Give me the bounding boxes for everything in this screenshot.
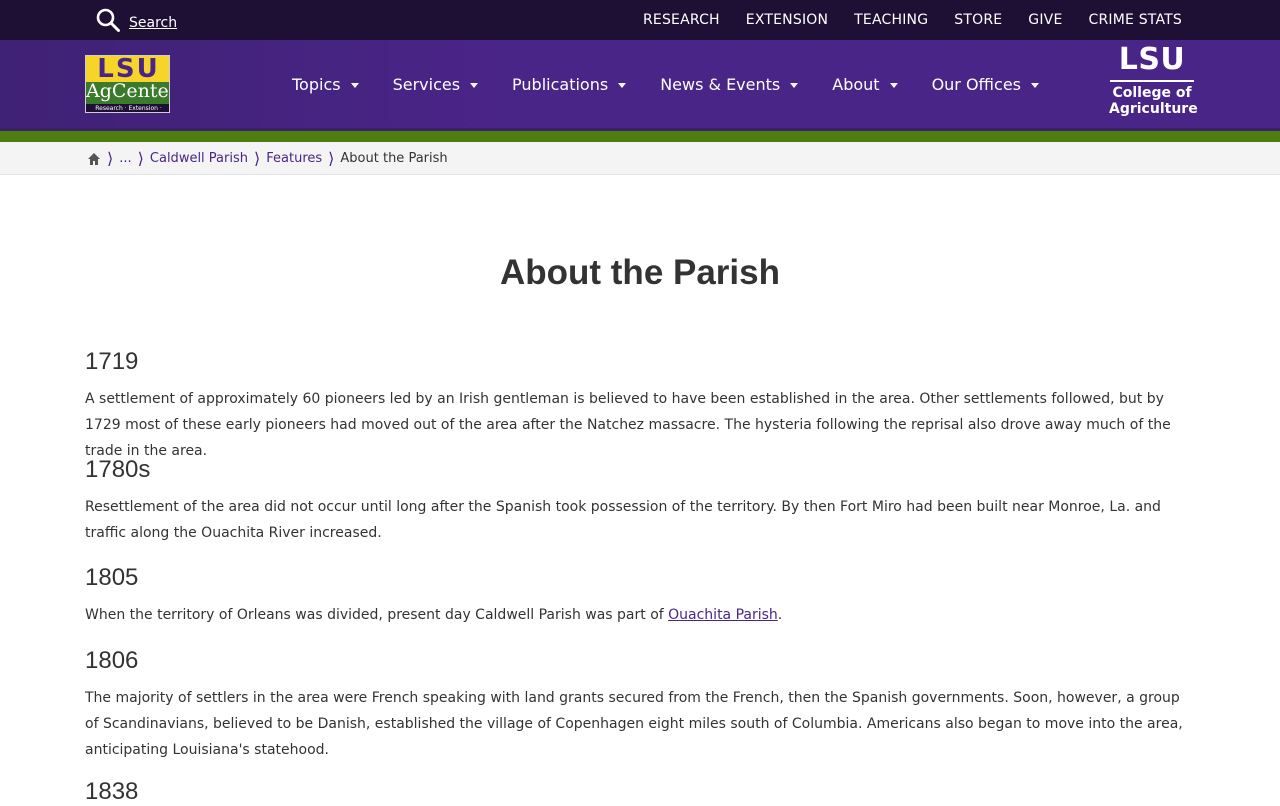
- section-text-before: When the territory of Orleans was divide…: [85, 607, 669, 623]
- caret-down-icon: [790, 82, 799, 88]
- utility-link-teaching[interactable]: TEACHING: [854, 12, 928, 28]
- breadcrumb-caldwell-parish[interactable]: Caldwell Parish: [150, 151, 248, 166]
- caret-down-icon: [350, 82, 359, 88]
- breadcrumb-features[interactable]: Features: [266, 151, 322, 166]
- chevron-right-icon: ⟩: [254, 149, 261, 168]
- breadcrumb-row: ⟩ ... ⟩ Caldwell Parish ⟩ Features ⟩ Abo…: [87, 142, 448, 175]
- caret-down-icon: [1031, 82, 1039, 88]
- college-logo-rule: [1110, 80, 1194, 82]
- college-of-agriculture-logo[interactable]: LSU College of Agriculture: [1109, 42, 1198, 118]
- breadcrumb-ellipsis[interactable]: ...: [119, 151, 131, 166]
- nav-publications[interactable]: Publications: [512, 74, 627, 94]
- search-link[interactable]: Search: [129, 15, 177, 31]
- logo-tagline: Research · Extension · Teaching: [86, 104, 169, 112]
- college-logo-line2: Agriculture: [1109, 101, 1198, 117]
- logo-agcenter-text: AgCenter: [86, 80, 170, 102]
- nav-about[interactable]: About: [832, 74, 898, 94]
- history-section-1805: 1805 When the territory of Orleans was d…: [85, 564, 1195, 628]
- section-text: The majority of settlers in the area wer…: [85, 690, 1183, 758]
- chevron-right-icon: ⟩: [137, 149, 144, 168]
- search-icon[interactable]: [95, 7, 121, 33]
- college-logo-lsu: LSU: [1118, 42, 1186, 77]
- utility-link-store[interactable]: STORE: [954, 12, 1002, 28]
- history-section-1719: 1719 A settlement of approximately 60 pi…: [85, 348, 1195, 464]
- history-section-1838: 1838: [85, 778, 1195, 806]
- caret-down-icon: [618, 82, 627, 88]
- ouachita-parish-link[interactable]: Ouachita Parish: [668, 607, 778, 623]
- site-header: LSU AgCenter Research · Extension · Teac…: [0, 40, 1280, 128]
- nav-label: About: [832, 74, 880, 94]
- nav-our-offices[interactable]: Our Offices: [932, 75, 1039, 94]
- chevron-right-icon: ⟩: [328, 149, 335, 168]
- utility-bar: Search RESEARCH EXTENSION TEACHING STORE…: [0, 0, 1280, 40]
- main-nav: Topics Services Publications News & Even…: [292, 40, 1073, 128]
- search-control[interactable]: Search: [95, 6, 177, 34]
- nav-label: Services: [392, 74, 461, 94]
- agcenter-logo[interactable]: LSU AgCenter Research · Extension · Teac…: [85, 55, 170, 113]
- nav-news-events[interactable]: News & Events: [660, 74, 799, 94]
- nav-label: News & Events: [660, 74, 781, 94]
- section-text: When the territory of Orleans was divide…: [85, 602, 1195, 628]
- history-section-1780s: 1780s Resettlement of the area did not o…: [85, 456, 1195, 546]
- chevron-right-icon: ⟩: [107, 149, 114, 168]
- caret-down-icon: [470, 82, 479, 88]
- page-title: About the Parish: [499, 253, 781, 292]
- section-year: 1805: [85, 564, 139, 591]
- nav-services[interactable]: Services: [392, 74, 479, 94]
- nav-label: Our Offices: [931, 74, 1021, 94]
- caret-down-icon: [889, 82, 898, 88]
- section-year: 1719: [85, 348, 139, 375]
- section-text-after: .: [777, 607, 783, 623]
- breadcrumb: ⟩ ... ⟩ Caldwell Parish ⟩ Features ⟩ Abo…: [0, 142, 1280, 175]
- utility-link-crime-stats[interactable]: CRIME STATS: [1089, 12, 1183, 28]
- section-year: 1838: [85, 778, 139, 805]
- nav-label: Topics: [292, 74, 341, 94]
- utility-links: RESEARCH EXTENSION TEACHING STORE GIVE C…: [617, 0, 1182, 40]
- section-text: A settlement of approximately 60 pioneer…: [85, 391, 1171, 459]
- section-year: 1806: [85, 647, 139, 674]
- section-text: Resettlement of the area did not occur u…: [85, 499, 1161, 541]
- college-logo-line1: College of: [1112, 85, 1192, 101]
- history-section-1806: 1806 The majority of settlers in the are…: [85, 647, 1195, 763]
- utility-link-extension[interactable]: EXTENSION: [746, 12, 828, 28]
- home-icon[interactable]: [87, 152, 101, 166]
- breadcrumb-current: About the Parish: [340, 151, 448, 166]
- accent-bar: [0, 128, 1280, 142]
- utility-link-research[interactable]: RESEARCH: [643, 12, 720, 28]
- nav-topics[interactable]: Topics: [292, 75, 359, 94]
- nav-label: Publications: [512, 74, 609, 94]
- logo-lsu-text: LSU: [97, 55, 160, 84]
- utility-link-give[interactable]: GIVE: [1028, 12, 1062, 28]
- section-year: 1780s: [85, 456, 151, 483]
